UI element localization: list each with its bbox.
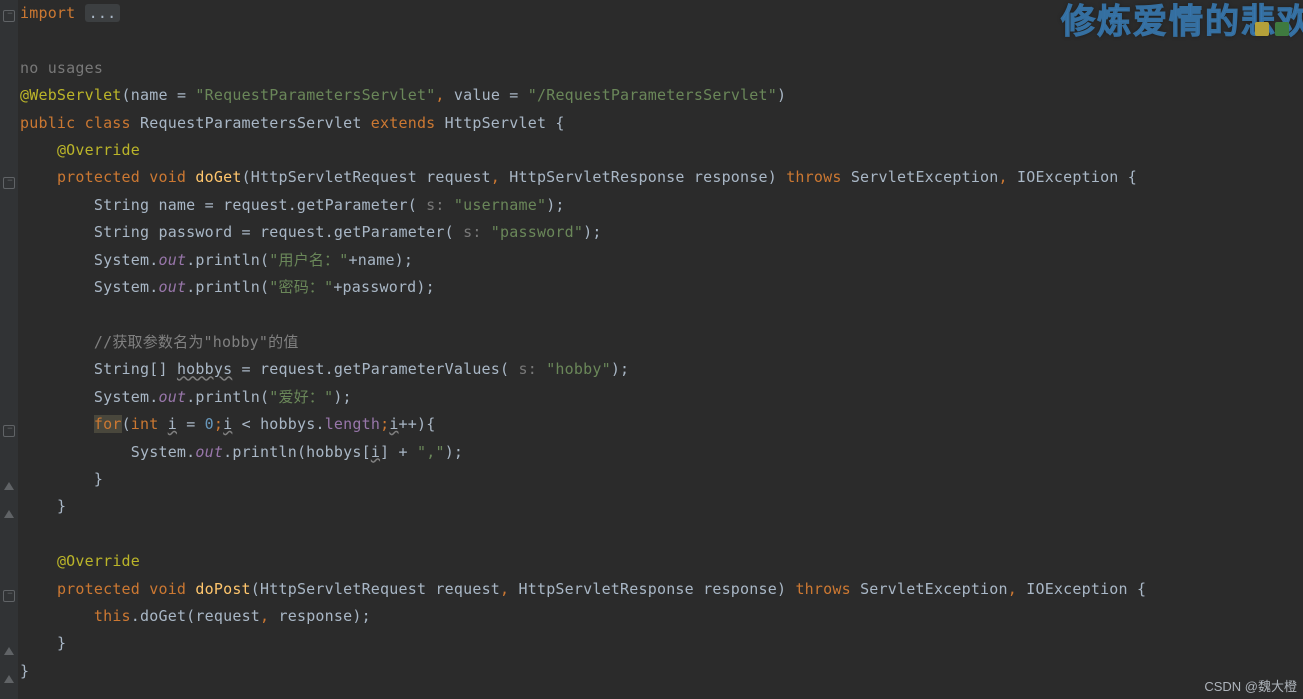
csdn-attribution: CSDN @魏大橙 xyxy=(1204,676,1297,695)
param-hint: s: xyxy=(509,360,537,378)
doget-method: doGet xyxy=(195,168,241,186)
webservlet-annotation: @WebServlet xyxy=(20,86,122,104)
import-keyword: import xyxy=(20,4,85,22)
for-keyword: for xyxy=(94,415,122,433)
editor-viewport: 修炼爱情的悲欢 import ... no usages @WebServlet… xyxy=(0,0,1303,699)
param-hint: s: xyxy=(417,196,445,214)
comment: //获取参数名为"hobby"的值 xyxy=(94,333,299,351)
class-name: RequestParametersServlet xyxy=(140,114,362,132)
fold-end-icon[interactable] xyxy=(4,675,14,683)
fold-end-icon[interactable] xyxy=(4,482,14,490)
dopost-method: doPost xyxy=(195,580,250,598)
fold-icon[interactable] xyxy=(3,10,15,22)
folded-block[interactable]: ... xyxy=(85,4,121,22)
ok-indicator-icon[interactable] xyxy=(1275,22,1289,36)
fold-icon[interactable] xyxy=(3,177,15,189)
code-content[interactable]: import ... no usages @WebServlet(name = … xyxy=(18,0,1303,685)
code-editor[interactable]: 修炼爱情的悲欢 import ... no usages @WebServlet… xyxy=(18,0,1303,699)
param-hint: s: xyxy=(454,223,482,241)
var-hobbys: hobbys xyxy=(177,360,232,378)
warning-indicator-icon[interactable] xyxy=(1255,22,1269,36)
fold-end-icon[interactable] xyxy=(4,510,14,518)
gutter xyxy=(0,0,18,699)
inspection-indicators xyxy=(1255,22,1289,36)
fold-icon[interactable] xyxy=(3,590,15,602)
override-annotation: @Override xyxy=(57,141,140,159)
usage-hint: no usages xyxy=(20,59,103,77)
fold-icon[interactable] xyxy=(3,425,15,437)
override-annotation: @Override xyxy=(57,552,140,570)
fold-end-icon[interactable] xyxy=(4,647,14,655)
